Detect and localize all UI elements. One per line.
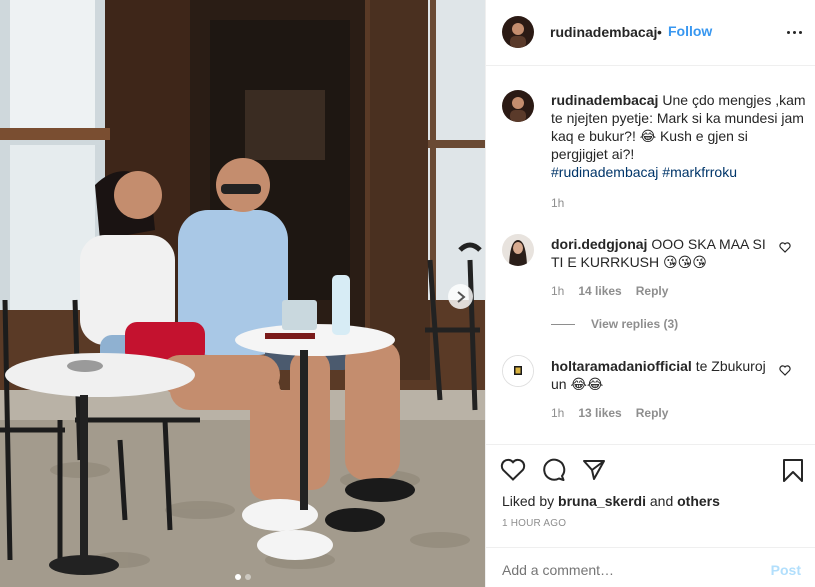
liked-by-and: and xyxy=(649,493,674,509)
comment-meta: 1h 14 likes Reply xyxy=(551,284,668,298)
add-comment-divider xyxy=(486,547,815,548)
carousel-next-button[interactable] xyxy=(448,284,473,309)
more-options-icon[interactable] xyxy=(787,31,802,34)
liked-by-user[interactable]: bruna_skerdi xyxy=(558,493,646,509)
comment-bubble-icon[interactable] xyxy=(541,458,566,482)
share-send-icon[interactable] xyxy=(582,458,606,482)
post-side-panel: rudinadembacaj • Follow rudinadembacaj Un… xyxy=(485,0,815,587)
liked-by: Liked by bruna_skerdi and others xyxy=(502,493,720,509)
replies-divider-line xyxy=(551,323,575,325)
carousel-dot xyxy=(244,574,251,580)
post-timestamp[interactable]: 1 HOUR AGO xyxy=(502,518,566,529)
save-bookmark-icon[interactable] xyxy=(782,458,804,483)
add-comment-input[interactable] xyxy=(502,562,742,578)
follow-button[interactable]: Follow xyxy=(668,23,712,39)
comment-time[interactable]: 1h xyxy=(551,406,564,420)
caption-text: rudinadembacaj Une çdo mengjes ,kam te nj… xyxy=(551,91,806,181)
caption-username[interactable]: rudinadembacaj xyxy=(551,92,658,108)
author-avatar[interactable] xyxy=(502,16,534,48)
post-photo[interactable] xyxy=(0,0,485,587)
carousel-dots xyxy=(0,574,485,580)
view-replies-button[interactable]: View replies (3) xyxy=(551,317,678,331)
comment-text: dori.dedgjonaj OOO SKA MAA SI TI E KURRK… xyxy=(551,235,781,271)
commenter-avatar[interactable] xyxy=(502,234,534,266)
comment-heart-icon[interactable] xyxy=(779,365,791,376)
carousel-dot-active xyxy=(234,574,241,580)
avatar-image xyxy=(502,16,534,48)
comment-username[interactable]: holtaramadaniofficial xyxy=(551,358,692,374)
post-header: rudinadembacaj • Follow xyxy=(486,0,815,66)
avatar-image xyxy=(503,356,533,386)
chevron-right-icon xyxy=(456,290,466,303)
actions-divider xyxy=(486,444,815,445)
post-comment-button[interactable]: Post xyxy=(771,562,801,578)
caption-hashtags[interactable]: #rudinadembacaj #markfrroku xyxy=(551,164,737,180)
reply-button[interactable]: Reply xyxy=(636,284,669,298)
comment-meta: 1h 13 likes Reply xyxy=(551,406,668,420)
view-replies-label: View replies (3) xyxy=(591,317,679,331)
reply-button[interactable]: Reply xyxy=(636,406,669,420)
caption-time[interactable]: 1h xyxy=(551,196,564,210)
comment-text: holtaramadaniofficial te Zbukuroj un 😂😂 xyxy=(551,357,781,393)
comment-time[interactable]: 1h xyxy=(551,284,564,298)
liked-by-prefix: Liked by xyxy=(502,493,555,509)
comment-likes[interactable]: 14 likes xyxy=(578,284,621,298)
like-heart-icon[interactable] xyxy=(500,458,526,482)
photo-illustration xyxy=(0,0,485,587)
avatar-image xyxy=(502,234,534,266)
author-username[interactable]: rudinadembacaj xyxy=(550,24,657,40)
header-separator: • xyxy=(657,24,662,40)
caption-avatar[interactable] xyxy=(502,90,534,122)
avatar-image xyxy=(502,90,534,122)
comment-heart-icon[interactable] xyxy=(779,242,791,253)
comment-username[interactable]: dori.dedgjonaj xyxy=(551,236,647,252)
liked-by-others[interactable]: others xyxy=(677,493,720,509)
comment-likes[interactable]: 13 likes xyxy=(578,406,621,420)
commenter-avatar[interactable] xyxy=(502,355,534,387)
